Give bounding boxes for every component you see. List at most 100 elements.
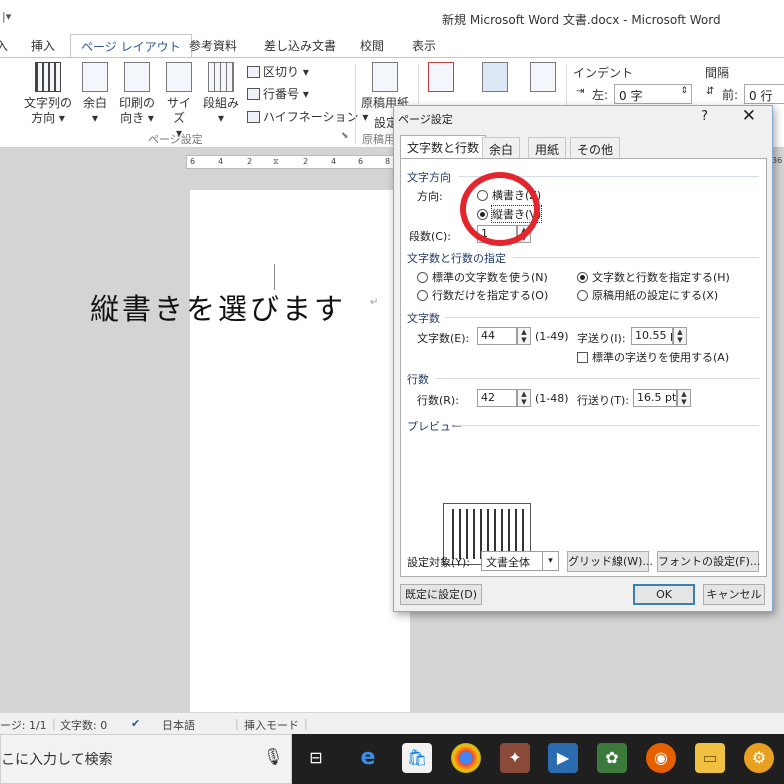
lines-spin-icon[interactable]: ▲ ▼ <box>517 389 531 407</box>
horizontal-ruler[interactable]: 6 4 2 ⧖ 2 4 6 8 <box>186 155 406 169</box>
tab-insert[interactable]: 挿入 <box>31 37 55 54</box>
manuscript-icon <box>372 62 398 92</box>
edge-icon[interactable]: e <box>353 743 383 773</box>
tab-paper[interactable]: 用紙 <box>528 137 567 158</box>
text-direction-label: 文字列の 方向 ▾ <box>24 96 73 125</box>
grid-option-lines-only[interactable]: 行数だけを指定する(O) <box>417 287 548 303</box>
section-chars: 文字数 <box>407 312 440 325</box>
status-divider: | <box>304 717 308 730</box>
quick-access-toolbar[interactable]: |▾ <box>2 10 11 23</box>
word-count[interactable]: 文字数: 0 <box>60 717 107 733</box>
chars-input[interactable]: 44 <box>477 327 517 345</box>
grid-lines-button[interactable]: グリッド線(W)... <box>567 551 653 572</box>
ok-button[interactable]: OK <box>633 584 695 605</box>
status-divider: | <box>52 717 56 730</box>
text-direction-button[interactable]: 文字列の 方向 ▾ <box>24 62 72 126</box>
indent-spin-icon[interactable]: ⇕ <box>680 86 688 96</box>
grid-option-chars-lines[interactable]: 文字数と行数を指定する(H) <box>577 269 730 285</box>
section-text-direction: 文字方向 <box>407 171 451 184</box>
task-view-icon[interactable]: ⊟ <box>301 743 331 773</box>
indent-marker-icon[interactable]: ⧖ <box>273 157 279 167</box>
watermark-button[interactable] <box>424 62 458 96</box>
media-player-icon[interactable]: ▶ <box>548 743 578 773</box>
breaks-icon <box>247 66 260 78</box>
indent-left-input[interactable]: 0 字 ⇕ <box>614 84 692 104</box>
page-borders-button[interactable] <box>526 62 560 96</box>
tab-review[interactable]: 校閲 <box>360 37 384 54</box>
chars-spin-icon[interactable]: ▲ ▼ <box>517 327 531 345</box>
ruler-tick: 4 <box>218 157 224 166</box>
file-explorer-icon[interactable]: ▭ <box>695 743 725 773</box>
app-icon-2[interactable]: ✿ <box>597 743 627 773</box>
lines-label: 行数(R): <box>417 394 459 407</box>
use-default-pitch-checkbox[interactable]: 標準の字送りを使用する(A) <box>577 349 729 365</box>
taskbar-search[interactable]: こに入力して検索 🎙 <box>0 734 292 784</box>
line-pitch-spin-icon[interactable]: ▲ ▼ <box>677 389 691 407</box>
hyphenation-icon <box>247 111 260 123</box>
tab-page-layout[interactable]: ページ レイアウト <box>70 34 192 59</box>
indent-left-value: 0 字 <box>619 89 643 103</box>
page-setup-launcher-icon[interactable]: ⬊ <box>341 131 349 141</box>
page-color-icon <box>482 62 508 92</box>
spacing-before-input[interactable]: 0 行 <box>744 84 784 104</box>
lines-input[interactable]: 42 <box>477 389 517 407</box>
line-pitch-input[interactable]: 16.5 pt <box>633 389 677 407</box>
ribbon-tabs: 入 挿入 ページ レイアウト 参考資料 差し込み文書 校閲 表示 <box>0 34 784 59</box>
spacing-before-value: 0 行 <box>749 89 773 103</box>
document-page[interactable] <box>190 190 410 714</box>
columns-button[interactable]: 段組み ▾ <box>202 62 240 126</box>
store-icon[interactable]: 🛍 <box>402 743 432 773</box>
checkbox-icon <box>577 351 588 363</box>
spacing-before-icon: ⇵ <box>706 86 715 97</box>
chars-label: 文字数(E): <box>417 332 470 345</box>
page-setup-group-label: ページ設定 <box>148 133 203 146</box>
tab-view[interactable]: 表示 <box>412 37 436 54</box>
font-settings-button[interactable]: フォントの設定(F)... <box>657 551 760 572</box>
page-count[interactable]: ージ: 1/1 <box>0 717 47 733</box>
chrome-icon[interactable] <box>451 743 481 773</box>
highlight-circle <box>460 172 540 246</box>
set-default-button[interactable]: 既定に設定(D) <box>400 584 482 605</box>
app-icon[interactable]: ✦ <box>500 743 530 773</box>
line-numbers-button[interactable]: 行番号 ▾ <box>247 85 309 102</box>
margins-button[interactable]: 余白 ▾ <box>80 62 110 126</box>
grid-option-label: 標準の文字数を使う(N) <box>432 271 548 284</box>
cancel-button[interactable]: キャンセル <box>703 584 765 605</box>
document-text[interactable]: 縦書きを選びます <box>90 286 346 328</box>
size-button[interactable]: サイズ ▾ <box>162 62 196 141</box>
tab-mailings[interactable]: 差し込み文書 <box>264 37 336 54</box>
tab-references[interactable]: 参考資料 <box>189 37 237 54</box>
tab-margins[interactable]: 余白 <box>482 137 521 158</box>
page-color-button[interactable] <box>478 62 512 96</box>
orientation-button[interactable]: 印刷の 向き ▾ <box>118 62 156 126</box>
breaks-button[interactable]: 区切り ▾ <box>247 63 309 80</box>
spacing-header: 間隔 <box>705 66 730 80</box>
grid-option-manuscript[interactable]: 原稿用紙の設定にする(X) <box>577 287 718 303</box>
hyphenation-label: ハイフネーション ▾ <box>263 110 369 124</box>
apply-to-select[interactable]: 文書全体 ▾ <box>481 551 559 571</box>
microphone-icon[interactable]: 🎙 <box>263 747 283 766</box>
hyphenation-button[interactable]: ハイフネーション ▾ <box>247 108 368 125</box>
tab-other[interactable]: その他 <box>570 137 621 158</box>
char-pitch-input[interactable]: 10.55 p <box>631 327 673 345</box>
close-icon[interactable]: ✕ <box>742 106 756 126</box>
breaks-label: 区切り ▾ <box>263 65 309 79</box>
tab-home[interactable]: 入 <box>0 37 8 54</box>
paragraph-mark: ↵ <box>370 297 379 308</box>
tab-chars-lines[interactable]: 文字数と行数 <box>400 135 487 159</box>
title-bar: |▾ 新規 Microsoft Word 文書.docx - Microsoft… <box>0 0 784 34</box>
size-icon <box>166 62 192 92</box>
char-pitch-value: 10.55 p <box>635 329 673 342</box>
proofing-icon[interactable]: ✔ <box>131 717 140 730</box>
lines-range: (1-48) <box>535 392 569 405</box>
char-pitch-spin-icon[interactable]: ▲ ▼ <box>673 327 687 345</box>
help-icon[interactable]: ? <box>701 109 708 124</box>
grid-option-standard[interactable]: 標準の文字数を使う(N) <box>417 269 548 285</box>
firefox-icon[interactable]: ◉ <box>646 743 676 773</box>
insert-mode[interactable]: 挿入モード <box>244 717 299 733</box>
language-indicator[interactable]: 日本語 <box>162 717 195 733</box>
margins-label: 余白 ▾ <box>82 96 107 125</box>
section-divider <box>445 317 759 318</box>
manuscript-settings-button[interactable]: 原稿用紙 <box>360 62 410 111</box>
settings-icon[interactable]: ⚙ <box>744 743 774 773</box>
